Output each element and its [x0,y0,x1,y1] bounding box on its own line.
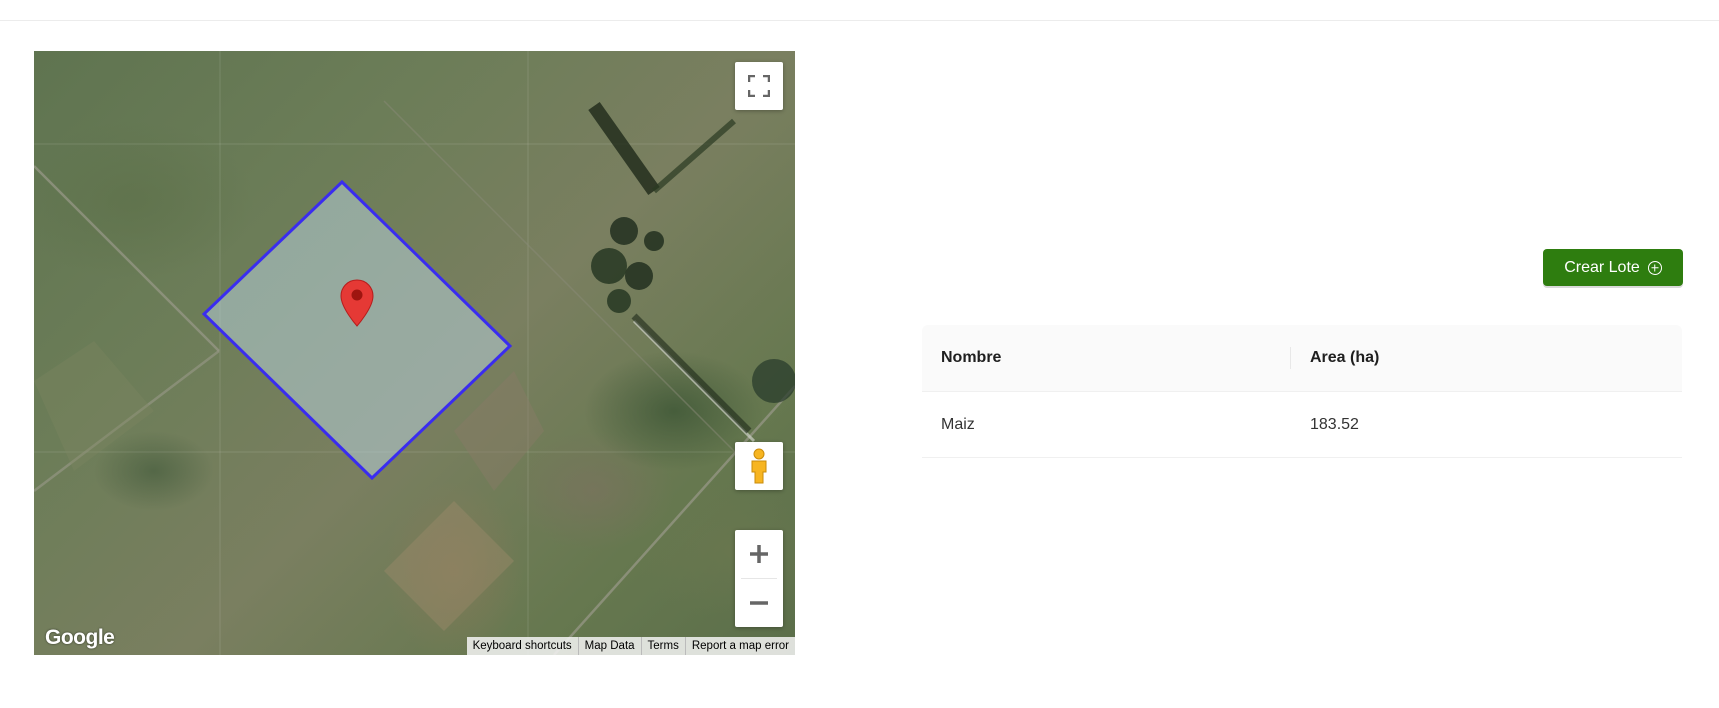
zoom-out-button[interactable] [735,579,783,627]
map-view[interactable]: Google Keyboard shortcuts Map Data Terms… [34,51,795,655]
table-header: Nombre Area (ha) [922,325,1682,392]
cell-area: 183.52 [1310,415,1359,433]
keyboard-shortcuts-link[interactable]: Keyboard shortcuts [467,637,578,655]
map-footer: Keyboard shortcuts Map Data Terms Report… [466,637,795,655]
map-data-link[interactable]: Map Data [577,637,641,655]
terms-link[interactable]: Terms [640,637,685,655]
fullscreen-icon [748,75,770,97]
column-header-area[interactable]: Area (ha) [1291,349,1682,367]
table-row[interactable]: Maiz 183.52 [922,392,1682,458]
lots-table: Nombre Area (ha) Maiz 183.52 [922,325,1682,458]
plus-icon [750,545,768,563]
top-bar [0,0,1719,21]
create-lot-label: Crear Lote [1564,258,1640,276]
fullscreen-button[interactable] [735,62,783,110]
zoom-in-button[interactable] [735,530,783,578]
minus-icon [750,601,768,605]
plus-circle-icon [1647,260,1662,275]
zoom-controls [735,530,783,627]
report-map-error-link[interactable]: Report a map error [684,637,795,655]
street-view-button[interactable] [735,442,783,490]
google-logo[interactable]: Google [45,626,115,650]
satellite-imagery [34,51,795,655]
column-header-name[interactable]: Nombre [922,349,1291,367]
cell-name: Maiz [941,415,975,433]
pegman-icon [751,448,767,484]
create-lot-button[interactable]: Crear Lote [1543,249,1683,286]
